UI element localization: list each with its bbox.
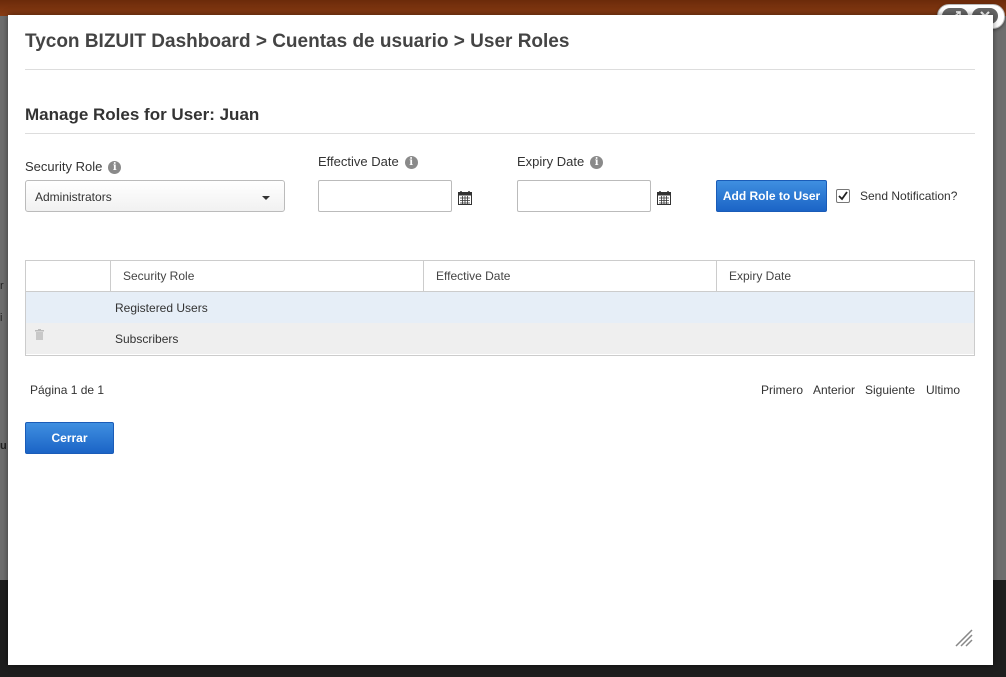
pager-info: Página 1 de 1: [30, 383, 105, 397]
role-cell: Subscribers: [115, 332, 179, 346]
checkmark-icon: [838, 191, 848, 201]
column-header-security-role[interactable]: Security Role: [110, 261, 423, 291]
security-role-value: Administrators: [35, 190, 112, 204]
table-header: Security Role Effective Date Expiry Date: [26, 261, 974, 292]
column-header-effective-date[interactable]: Effective Date: [423, 261, 716, 291]
background-header: [0, 0, 1006, 16]
table-row[interactable]: Subscribers: [26, 323, 974, 354]
background-fragment: r: [0, 280, 4, 292]
roles-table: Security Role Effective Date Expiry Date…: [25, 260, 975, 356]
info-icon[interactable]: i: [590, 156, 604, 170]
chevron-down-icon: [262, 196, 270, 200]
resize-grip-icon[interactable]: [953, 627, 973, 647]
breadcrumb: Tycon BIZUIT Dashboard > Cuentas de usua…: [25, 31, 570, 52]
section-divider: [25, 133, 975, 134]
calendar-icon[interactable]: [657, 191, 671, 205]
expiry-date-label-group: Expiry Date i: [517, 154, 604, 170]
user-roles-modal: Tycon BIZUIT Dashboard > Cuentas de usua…: [8, 15, 993, 665]
pager-first-link[interactable]: Primero: [761, 383, 803, 397]
add-role-button[interactable]: Add Role to User: [716, 180, 827, 212]
security-role-label-group: Security Role i: [25, 159, 122, 175]
send-notification-label: Send Notification?: [860, 189, 958, 203]
send-notification-checkbox[interactable]: [836, 189, 850, 203]
pager-last-link[interactable]: Ultimo: [926, 383, 960, 397]
pager-next-link[interactable]: Siguiente: [865, 383, 915, 397]
table-row[interactable]: Registered Users: [26, 292, 974, 323]
effective-date-input[interactable]: [318, 180, 452, 212]
background-fragment: u: [0, 440, 7, 452]
pager-previous-link[interactable]: Anterior: [813, 383, 855, 397]
calendar-icon[interactable]: [458, 191, 472, 205]
trash-icon[interactable]: [35, 329, 44, 340]
info-icon[interactable]: i: [108, 161, 122, 175]
effective-date-label-group: Effective Date i: [318, 154, 418, 170]
background-fragment: i: [0, 312, 3, 324]
page-title: Manage Roles for User: Juan: [25, 105, 260, 124]
close-button[interactable]: Cerrar: [25, 422, 114, 454]
column-header-expiry-date[interactable]: Expiry Date: [716, 261, 974, 291]
expiry-date-input[interactable]: [517, 180, 651, 212]
security-role-label: Security Role: [25, 159, 103, 174]
expiry-date-label: Expiry Date: [517, 154, 585, 169]
role-cell: Registered Users: [115, 301, 208, 315]
effective-date-label: Effective Date: [318, 154, 399, 169]
security-role-select[interactable]: Administrators: [25, 180, 285, 212]
title-divider: [25, 69, 975, 70]
info-icon[interactable]: i: [404, 156, 418, 170]
